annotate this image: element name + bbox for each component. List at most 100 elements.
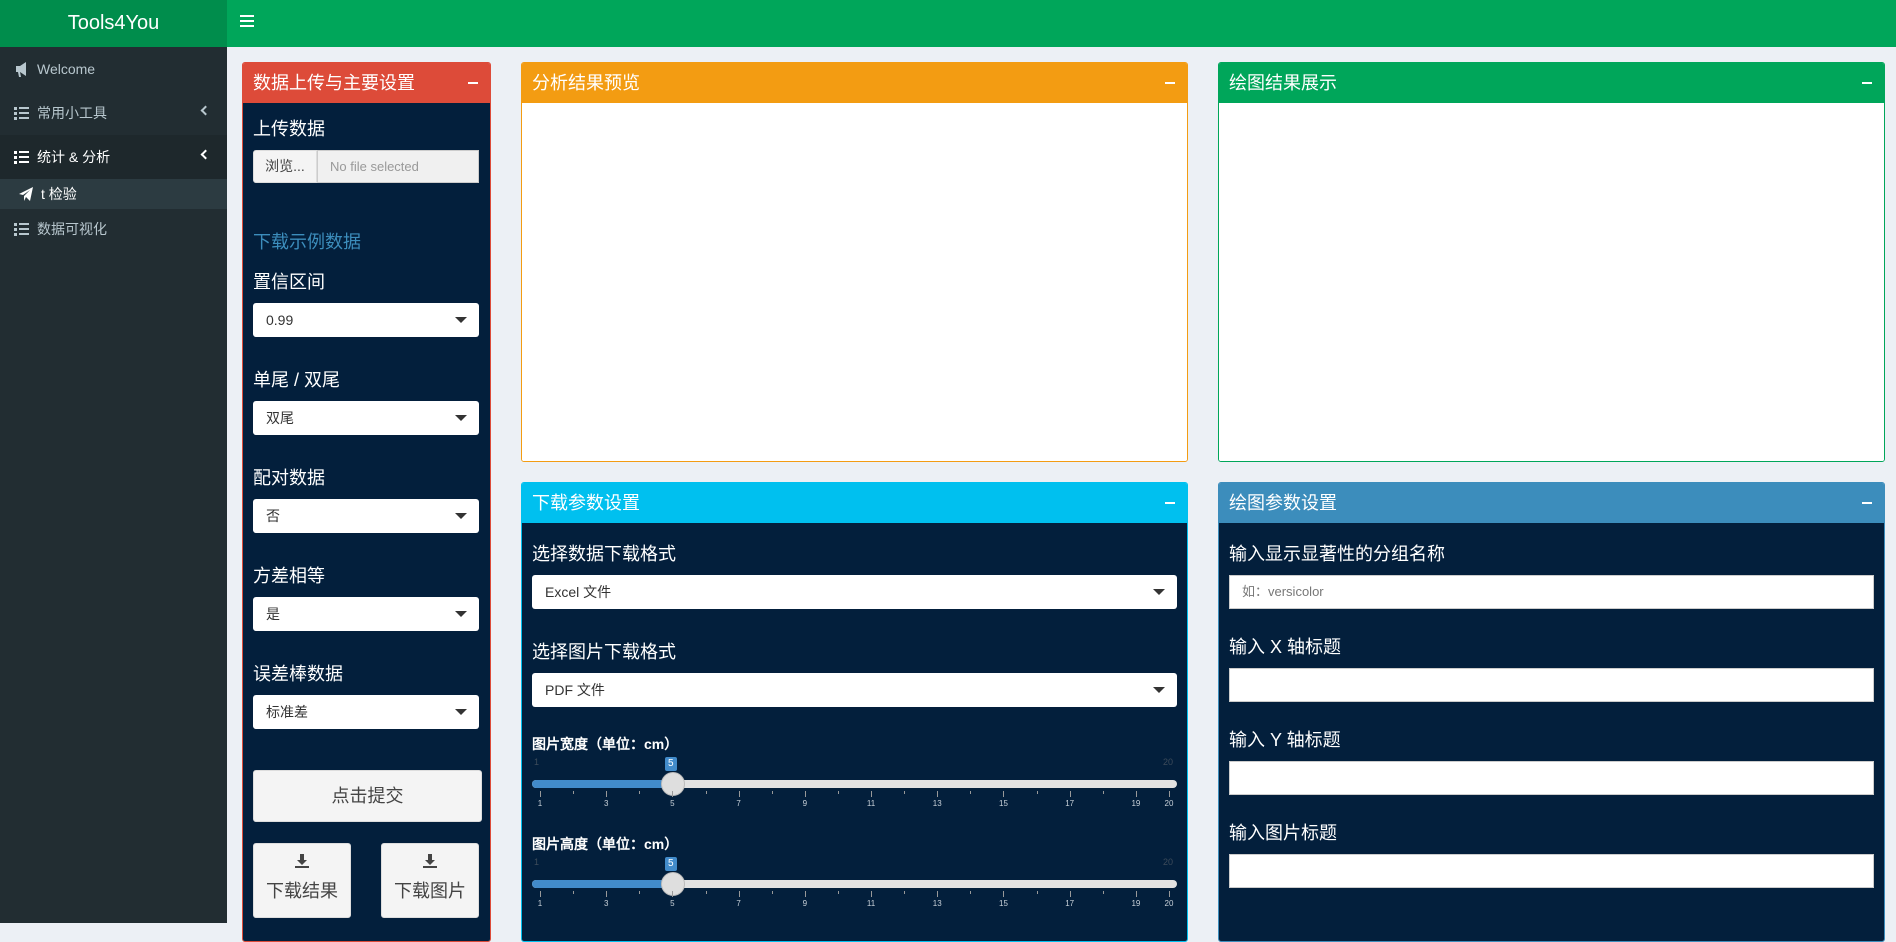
- slider-tick-label: 20: [1164, 899, 1174, 908]
- slider-tick-label: 9: [802, 899, 808, 908]
- slider-tick-label: 17: [1065, 899, 1075, 908]
- select-value: 双尾: [266, 410, 294, 426]
- group-name-input[interactable]: 如：versicolor: [1229, 575, 1874, 609]
- slider-tick: [804, 891, 806, 897]
- slider-tick-label: 1: [537, 899, 543, 908]
- confidence-select[interactable]: 0.99: [253, 303, 479, 337]
- slider-tick: [639, 791, 641, 794]
- select-value: 0.99: [266, 312, 294, 328]
- image-format-select[interactable]: PDF 文件: [532, 673, 1177, 707]
- box-title: 绘图结果展示: [1229, 73, 1337, 93]
- slider-tick-label: 7: [736, 899, 741, 908]
- slider-tick: [639, 891, 641, 894]
- height-value: 5: [665, 857, 677, 871]
- download-params-box: 下载参数设置 选择数据下载格式 Excel 文件 选择图片下载格式 PDF 文件…: [521, 482, 1188, 942]
- slider-tick: [606, 891, 608, 897]
- bullhorn-icon: [14, 47, 30, 91]
- slider-tick: [1135, 791, 1137, 797]
- browse-button[interactable]: 浏览...: [253, 150, 317, 183]
- y-title-input[interactable]: [1229, 761, 1874, 795]
- slider-tick: [1102, 791, 1104, 794]
- sidebar-item-label: 数据可视化: [37, 221, 107, 237]
- paired-select[interactable]: 否: [253, 499, 479, 533]
- slider-tick: [1102, 891, 1104, 894]
- caret-down-icon: [455, 611, 467, 617]
- slider-tick: [904, 891, 906, 894]
- x-title-input[interactable]: [1229, 668, 1874, 702]
- slider-tick: [837, 791, 839, 794]
- download-image-button[interactable]: 下载图片: [381, 843, 479, 918]
- slider-tick: [871, 791, 873, 797]
- sidebar-item-stats[interactable]: 统计 & 分析: [0, 135, 227, 179]
- download-image-label: 下载图片: [394, 881, 466, 901]
- analysis-preview-box: 分析结果预览: [521, 62, 1188, 462]
- caret-down-icon: [455, 513, 467, 519]
- slider-tick: [606, 791, 608, 797]
- width-slider[interactable]: [532, 772, 1177, 796]
- slider-tick: [804, 791, 806, 797]
- plot-title-label: 输入图片标题: [1229, 823, 1337, 843]
- tail-select[interactable]: 双尾: [253, 401, 479, 435]
- height-slider[interactable]: [532, 872, 1177, 896]
- collapse-icon[interactable]: [1165, 502, 1175, 504]
- sidebar-item-welcome[interactable]: Welcome: [0, 47, 227, 91]
- slider-tick-label: 7: [736, 799, 741, 808]
- slider-tick-label: 13: [932, 899, 942, 908]
- slider-tick-label: 19: [1131, 799, 1141, 808]
- slider-tick-label: 13: [932, 799, 942, 808]
- slider-tick-label: 9: [802, 799, 808, 808]
- variance-select[interactable]: 是: [253, 597, 479, 631]
- sidebar-item-visualization[interactable]: 数据可视化: [0, 209, 227, 249]
- slider-tick: [771, 891, 773, 894]
- download-params-header: 下载参数设置: [522, 483, 1187, 523]
- sidebar-item-tools[interactable]: 常用小工具: [0, 91, 227, 135]
- download-example-link[interactable]: 下载示例数据: [253, 228, 361, 254]
- select-value: PDF 文件: [545, 682, 605, 698]
- data-format-select[interactable]: Excel 文件: [532, 575, 1177, 609]
- field-label-errorbar: 误差棒数据: [253, 664, 343, 684]
- select-value: 否: [266, 508, 280, 524]
- slider-tick: [904, 791, 906, 794]
- slider-tick: [1036, 791, 1038, 794]
- caret-down-icon: [455, 317, 467, 323]
- file-upload[interactable]: 浏览... No file selected: [253, 150, 479, 183]
- slider-tick: [738, 791, 740, 797]
- collapse-icon[interactable]: [468, 82, 478, 84]
- slider-fill: [532, 780, 673, 788]
- upload-settings-box: 数据上传与主要设置 上传数据 浏览... No file selected 下载…: [242, 62, 491, 942]
- sidebar-toggle-icon[interactable]: [240, 15, 254, 29]
- slider-fill: [532, 880, 673, 888]
- sidebar-subitem-ttest[interactable]: t 检验: [0, 179, 227, 209]
- plot-title-input[interactable]: [1229, 854, 1874, 888]
- y-title-label: 输入 Y 轴标题: [1229, 730, 1341, 750]
- slider-tick-label: 3: [603, 899, 609, 908]
- slider-tick-label: 5: [670, 899, 675, 908]
- sidebar-item-label: Welcome: [37, 61, 96, 77]
- submit-button[interactable]: 点击提交: [253, 770, 482, 822]
- analysis-preview-header: 分析结果预览: [522, 63, 1187, 103]
- chevron-left-icon: [200, 149, 211, 160]
- file-name-field: No file selected: [317, 150, 479, 183]
- group-name-label: 输入显示显著性的分组名称: [1229, 544, 1445, 564]
- height-label: 图片高度（单位：cm）: [532, 836, 679, 852]
- upload-label: 上传数据: [253, 119, 325, 139]
- slider-tick-label: 15: [999, 799, 1008, 808]
- plot-result-content: [1219, 103, 1884, 461]
- slider-tick: [970, 891, 972, 894]
- slider-tick-label: 5: [670, 799, 675, 808]
- app-logo[interactable]: Tools4You: [0, 0, 227, 47]
- data-format-label: 选择数据下载格式: [532, 544, 676, 564]
- collapse-icon[interactable]: [1862, 82, 1872, 84]
- slider-tick-label: 3: [603, 799, 609, 808]
- slider-tick-label: 17: [1065, 799, 1075, 808]
- caret-down-icon: [455, 709, 467, 715]
- download-result-button[interactable]: 下载结果: [253, 843, 351, 918]
- caret-down-icon: [455, 415, 467, 421]
- plot-result-header: 绘图结果展示: [1219, 63, 1884, 103]
- collapse-icon[interactable]: [1862, 502, 1872, 504]
- plot-result-box: 绘图结果展示: [1218, 62, 1885, 462]
- errorbar-select[interactable]: 标准差: [253, 695, 479, 729]
- collapse-icon[interactable]: [1165, 82, 1175, 84]
- field-label-variance: 方差相等: [253, 566, 325, 586]
- slider-tick: [1003, 791, 1005, 797]
